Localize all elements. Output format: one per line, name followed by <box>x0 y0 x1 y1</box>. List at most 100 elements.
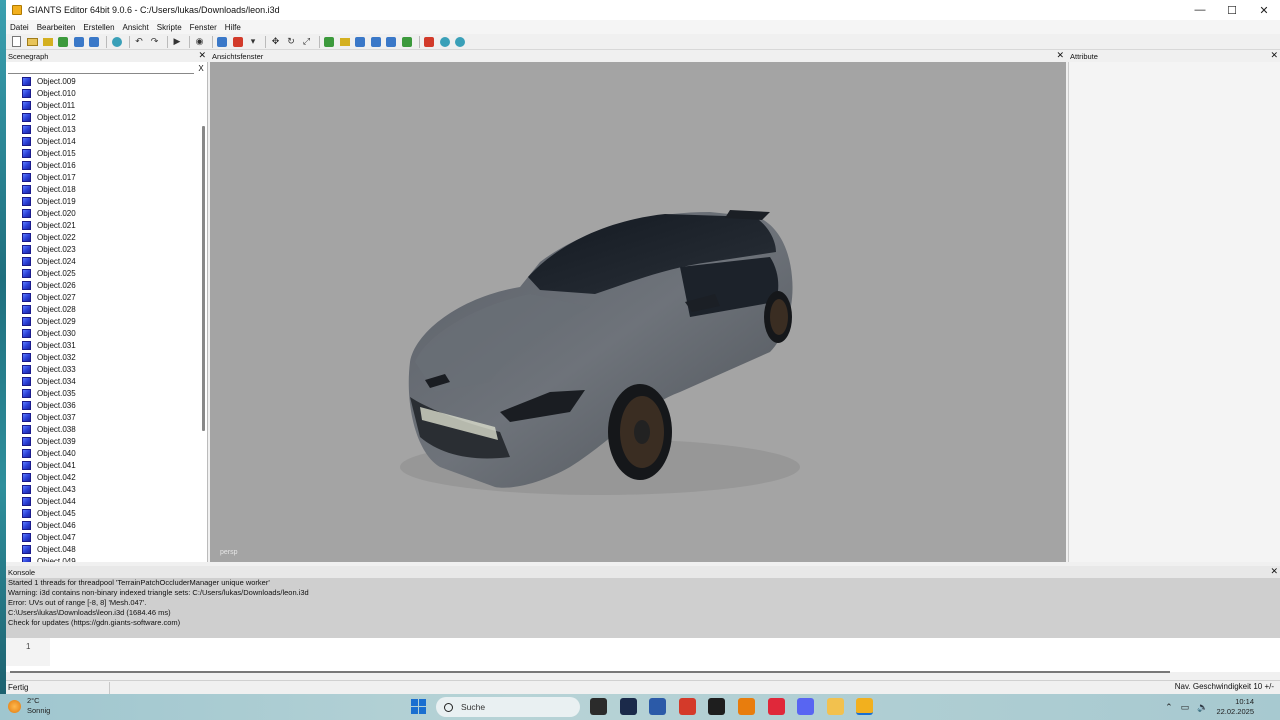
scenegraph-item[interactable]: Object.010 <box>6 87 202 99</box>
scenegraph-item[interactable]: Object.018 <box>6 183 202 195</box>
maximize-button[interactable]: ☐ <box>1216 0 1248 20</box>
scenegraph-item[interactable]: Object.046 <box>6 519 202 531</box>
decal-icon[interactable] <box>385 35 398 48</box>
scenegraph-item[interactable]: Object.021 <box>6 219 202 231</box>
foliage-icon[interactable] <box>354 35 367 48</box>
windows-start-icon[interactable] <box>411 699 426 714</box>
new-icon[interactable] <box>10 35 23 48</box>
edit-icon[interactable] <box>41 35 54 48</box>
viewport-close-button[interactable]: ✕ <box>1056 50 1064 61</box>
scenegraph-item[interactable]: Object.032 <box>6 351 202 363</box>
scenegraph-item[interactable]: Object.048 <box>6 543 202 555</box>
scenegraph-item[interactable]: Object.034 <box>6 375 202 387</box>
file-explorer-dark-icon[interactable] <box>590 698 607 715</box>
scenegraph-item[interactable]: Object.038 <box>6 423 202 435</box>
scenegraph-item[interactable]: Object.031 <box>6 339 202 351</box>
scenegraph-item[interactable]: Object.042 <box>6 471 202 483</box>
close-button[interactable]: ✕ <box>1248 0 1280 20</box>
clock[interactable]: 10:14 22.02.2025 <box>1216 697 1254 717</box>
play-icon[interactable]: ▶ <box>171 35 184 48</box>
scenegraph-item[interactable]: Object.013 <box>6 123 202 135</box>
menu-erstellen[interactable]: Erstellen <box>79 23 118 32</box>
scenegraph-item[interactable]: Object.035 <box>6 387 202 399</box>
render-icon[interactable] <box>438 35 451 48</box>
menu-bearbeiten[interactable]: Bearbeiten <box>33 23 80 32</box>
menu-datei[interactable]: Datei <box>6 23 33 32</box>
select-icon[interactable] <box>216 35 229 48</box>
scenegraph-item[interactable]: Object.024 <box>6 255 202 267</box>
open-icon[interactable] <box>26 35 39 48</box>
redo-icon[interactable]: ↷ <box>148 35 161 48</box>
scenegraph-item[interactable]: Object.037 <box>6 411 202 423</box>
scenegraph-close-button[interactable]: ✕ <box>198 50 206 61</box>
opera-icon[interactable] <box>767 698 785 715</box>
scenegraph-item[interactable]: Object.016 <box>6 159 202 171</box>
scenegraph-item[interactable]: Object.025 <box>6 267 202 279</box>
camera-icon[interactable] <box>423 35 436 48</box>
scenegraph-item[interactable]: Object.036 <box>6 399 202 411</box>
giants-editor-icon[interactable] <box>856 698 874 715</box>
scenegraph-item[interactable]: Object.040 <box>6 447 202 459</box>
scenegraph-item[interactable]: Object.047 <box>6 531 202 543</box>
terrain-sculpt-icon[interactable] <box>323 35 336 48</box>
folder-icon[interactable] <box>826 698 844 715</box>
scenegraph-item[interactable]: Object.044 <box>6 495 202 507</box>
dropdown-icon[interactable]: ▾ <box>247 35 260 48</box>
script-input-editor[interactable]: 1 <box>6 638 1280 673</box>
discord-icon[interactable] <box>797 698 815 715</box>
scenegraph-item[interactable]: Object.014 <box>6 135 202 147</box>
weather-widget[interactable]: 2°C Sonnig <box>8 696 50 716</box>
tree-icon[interactable] <box>400 35 413 48</box>
scenegraph-item[interactable]: Object.030 <box>6 327 202 339</box>
scenegraph-scrollbar[interactable] <box>202 126 205 431</box>
terrain-paint-icon[interactable] <box>338 35 351 48</box>
settings-icon[interactable] <box>454 35 467 48</box>
attribute-close-button[interactable]: ✕ <box>1270 50 1278 61</box>
minimize-button[interactable]: — <box>1184 0 1216 20</box>
app-red-icon[interactable] <box>678 698 696 715</box>
placement-icon[interactable] <box>369 35 382 48</box>
app-black-icon[interactable] <box>708 698 726 715</box>
scenegraph-item[interactable]: Object.039 <box>6 435 202 447</box>
move-icon[interactable]: ✥ <box>269 35 282 48</box>
paint-icon[interactable] <box>231 35 244 48</box>
scenegraph-item[interactable]: Object.022 <box>6 231 202 243</box>
scenegraph-item[interactable]: Object.043 <box>6 483 202 495</box>
scenegraph-item[interactable]: Object.033 <box>6 363 202 375</box>
scenegraph-item[interactable]: Object.017 <box>6 171 202 183</box>
scenegraph-item[interactable]: Object.023 <box>6 243 202 255</box>
scenegraph-item[interactable]: Object.041 <box>6 459 202 471</box>
scale-icon[interactable]: ⤢ <box>300 35 313 48</box>
3d-viewport[interactable]: persp <box>210 62 1066 562</box>
chevron-up-icon[interactable]: ⌃ <box>1165 702 1173 713</box>
undo-icon[interactable]: ↶ <box>133 35 146 48</box>
menu-hilfe[interactable]: Hilfe <box>221 23 245 32</box>
volume-icon[interactable]: 🔈 <box>1197 702 1208 713</box>
refresh-icon[interactable] <box>57 35 70 48</box>
scenegraph-item[interactable]: Object.027 <box>6 291 202 303</box>
scenegraph-item[interactable]: Object.049 <box>6 555 202 562</box>
scenegraph-item[interactable]: Object.045 <box>6 507 202 519</box>
blender-icon[interactable] <box>738 698 755 715</box>
menu-skripte[interactable]: Skripte <box>153 23 186 32</box>
scenegraph-item[interactable]: Object.011 <box>6 99 202 111</box>
menu-fenster[interactable]: Fenster <box>186 23 221 32</box>
scenegraph-item[interactable]: Object.026 <box>6 279 202 291</box>
scenegraph-item[interactable]: Object.019 <box>6 195 202 207</box>
save-icon[interactable] <box>72 35 85 48</box>
rotate-icon[interactable]: ↻ <box>285 35 298 48</box>
store-icon[interactable] <box>649 698 667 715</box>
menu-ansicht[interactable]: Ansicht <box>119 23 153 32</box>
save-as-icon[interactable] <box>88 35 101 48</box>
scenegraph-item[interactable]: Object.028 <box>6 303 202 315</box>
scenegraph-item[interactable]: Object.012 <box>6 111 202 123</box>
steam-icon[interactable] <box>619 698 637 715</box>
eye-icon[interactable]: ◉ <box>193 35 206 48</box>
network-icon[interactable]: ▭ <box>1181 702 1190 713</box>
scenegraph-filter-clear-button[interactable]: X <box>196 64 206 74</box>
scenegraph-item[interactable]: Object.020 <box>6 207 202 219</box>
scenegraph-item[interactable]: Object.015 <box>6 147 202 159</box>
scenegraph-item[interactable]: Object.009 <box>6 75 202 87</box>
scenegraph-item[interactable]: Object.029 <box>6 315 202 327</box>
scenegraph-filter-input[interactable] <box>8 64 194 74</box>
